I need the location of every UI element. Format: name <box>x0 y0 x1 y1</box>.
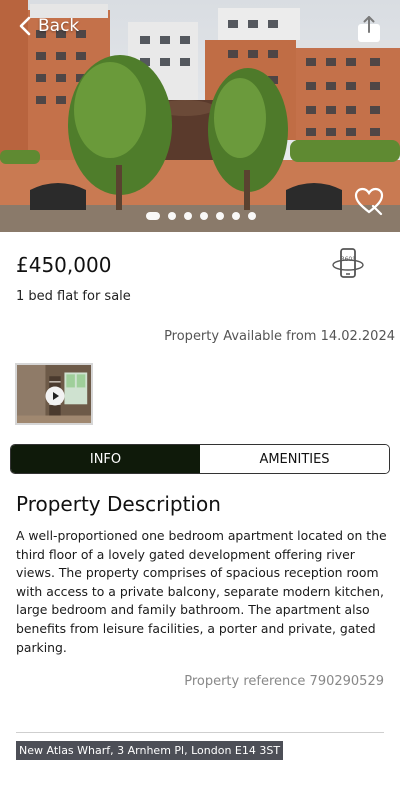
info-tabs: INFO AMENITIES <box>10 444 390 474</box>
gallery-dot[interactable] <box>232 212 240 220</box>
chevron-left-icon <box>19 16 31 36</box>
tab-amenities[interactable]: AMENITIES <box>200 445 389 473</box>
divider <box>16 732 384 733</box>
availability-date: Property Available from 14.02.2024 <box>164 329 395 344</box>
gallery-dot[interactable] <box>216 212 224 220</box>
listing-price: £450,000 <box>16 253 112 277</box>
favorite-heart-icon[interactable] <box>354 186 384 216</box>
play-icon[interactable] <box>45 386 65 406</box>
property-address: New Atlas Wharf, 3 Arnhem Pl, London E14… <box>16 741 284 760</box>
video-thumbnail[interactable] <box>15 363 93 425</box>
property-type: 1 bed flat for sale <box>16 289 131 304</box>
view-360-icon[interactable]: 360° <box>330 246 366 282</box>
gallery-dot[interactable] <box>184 212 192 220</box>
property-reference: Property reference 790290529 <box>184 674 384 689</box>
tab-info[interactable]: INFO <box>11 445 200 473</box>
gallery-dot[interactable] <box>200 212 208 220</box>
property-photo[interactable]: Back <box>0 0 400 232</box>
description-title: Property Description <box>16 492 221 516</box>
svg-text:360°: 360° <box>341 256 355 263</box>
back-button-label: Back <box>38 16 80 36</box>
gallery-dot[interactable] <box>248 212 256 220</box>
share-icon[interactable] <box>356 14 382 44</box>
description-body: A well-proportioned one bedroom apartmen… <box>16 528 387 655</box>
gallery-dot[interactable] <box>168 212 176 220</box>
gallery-dot[interactable] <box>146 212 160 220</box>
gallery-pagination[interactable] <box>146 212 256 220</box>
back-button[interactable]: Back <box>18 16 79 36</box>
